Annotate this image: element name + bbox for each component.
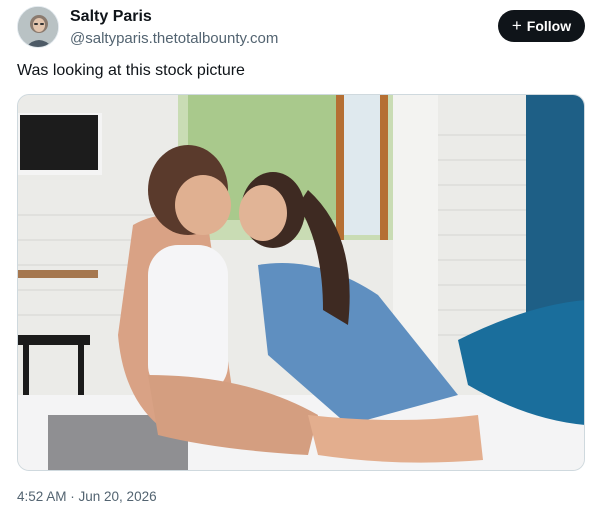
post-card: Salty Paris @saltyparis.thetotalbounty.c… [0,0,602,512]
author-display-name[interactable]: Salty Paris [70,8,152,26]
author-avatar[interactable] [17,6,59,48]
post-text: Was looking at this stock picture [17,62,245,79]
plus-icon: + [511,16,522,35]
avatar-image [18,7,58,47]
follow-button[interactable]: + Follow [498,10,585,42]
follow-button-label: Follow [526,18,572,34]
post-photo[interactable] [17,94,585,471]
author-handle[interactable]: @saltyparis.thetotalbounty.com [70,30,278,47]
post-timestamp[interactable]: 4:52 AM · Jun 20, 2026 [17,489,157,504]
photo-illustration [18,95,584,470]
